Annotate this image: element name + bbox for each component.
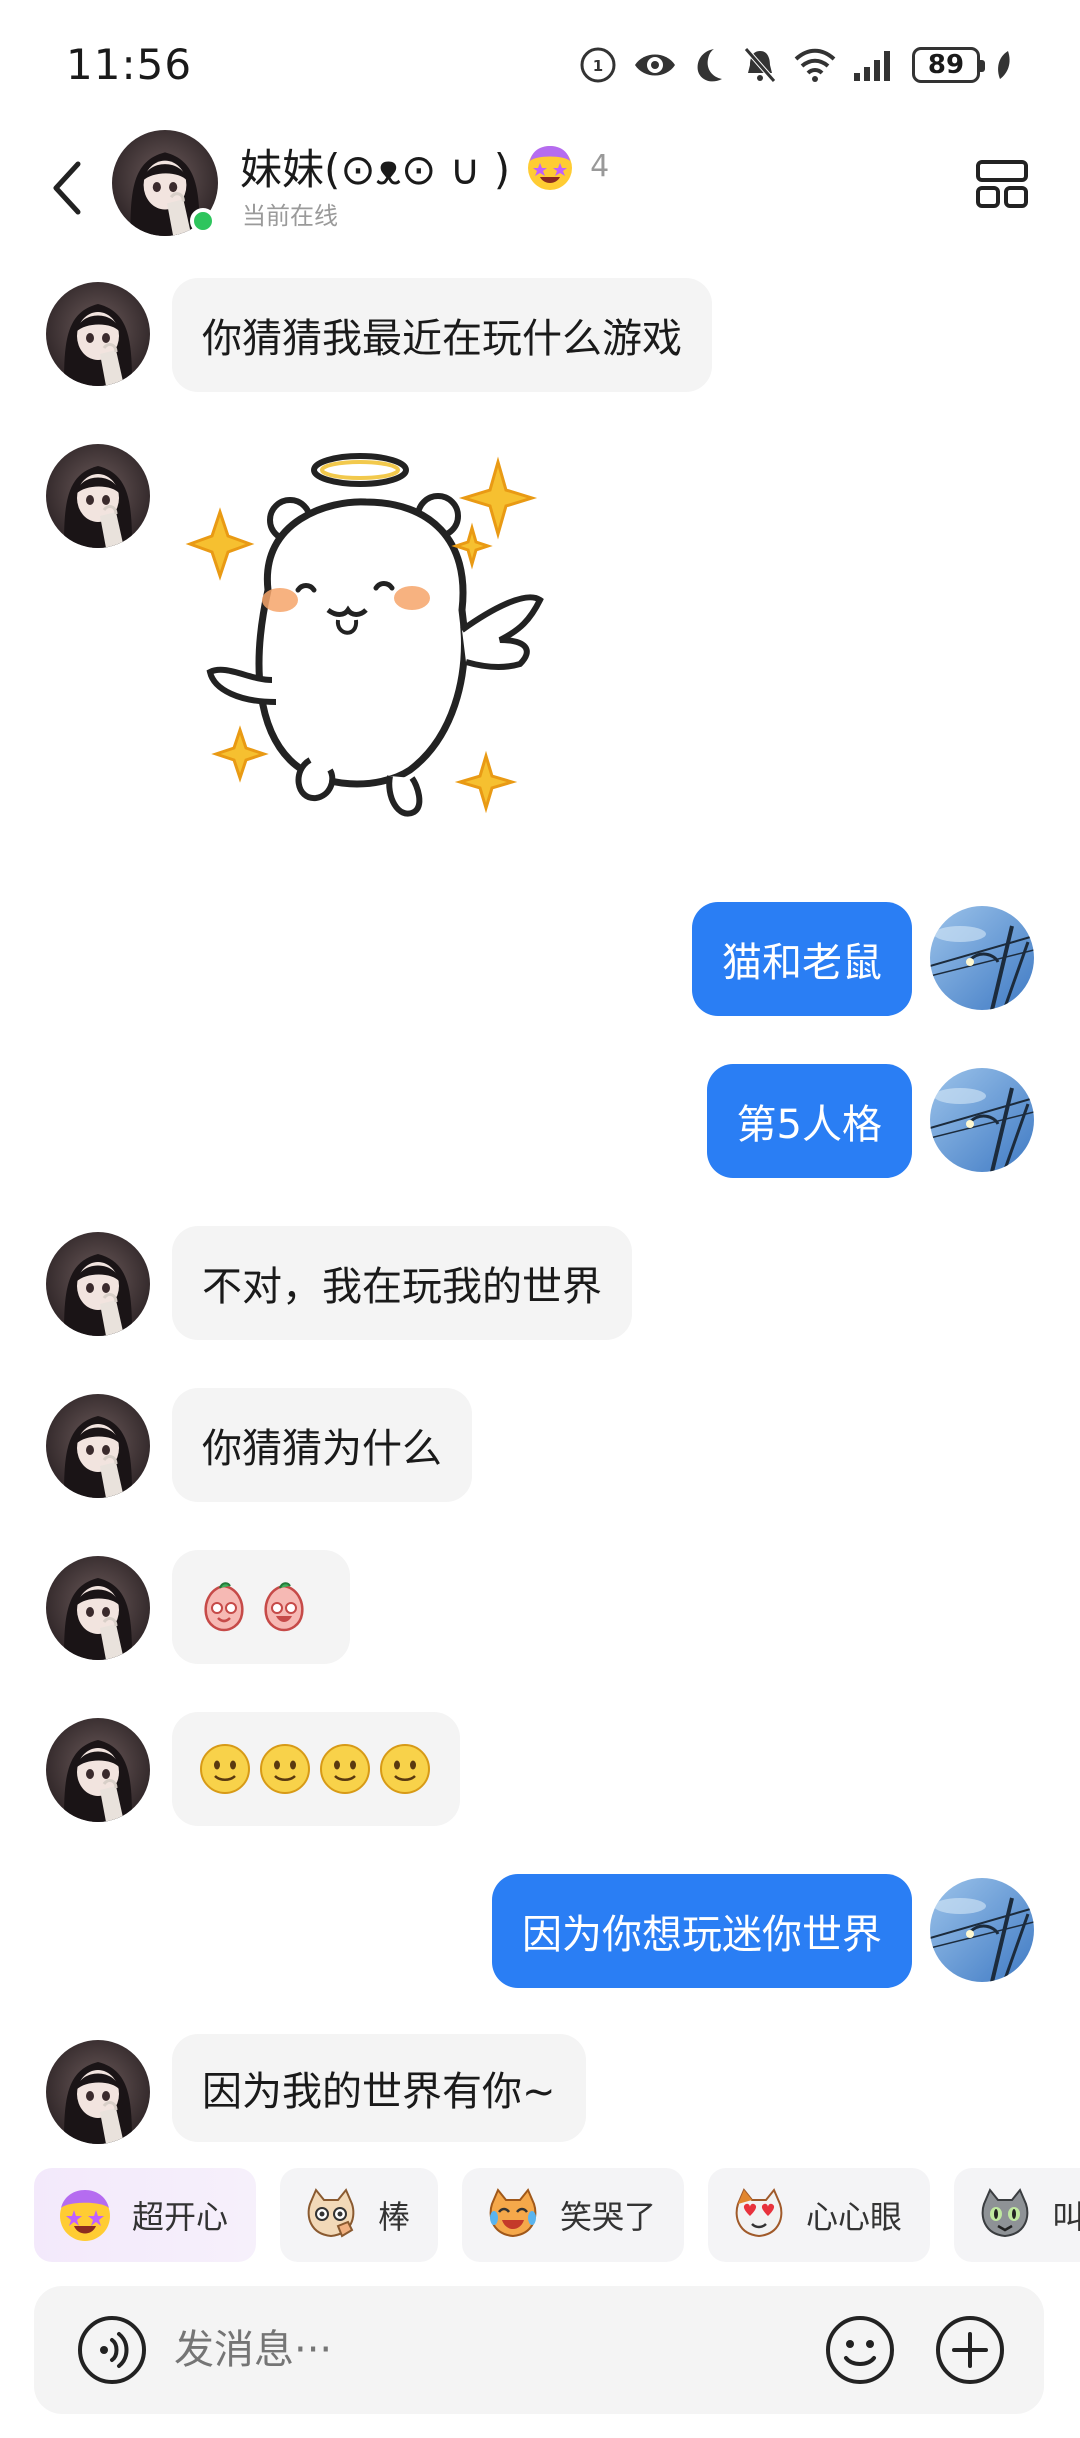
moon-icon [697, 49, 722, 82]
slight-smile-emoji [380, 1744, 430, 1794]
smiley-icon[interactable] [824, 2314, 896, 2386]
quick-reaction-chip[interactable]: 叫 [954, 2168, 1080, 2262]
chevron-left-icon[interactable] [44, 152, 92, 224]
level-number: 4 [590, 149, 610, 184]
svg-text:1: 1 [593, 57, 603, 75]
message-bubble[interactable]: 第5人格 [706, 1064, 912, 1178]
cat-thumbs-up-emoji [307, 2188, 355, 2238]
signal-icon [854, 51, 890, 81]
peach-face-emoji [204, 1582, 244, 1632]
contact-name-row[interactable]: 妹妹(⊙ᴥ⊙ ∪ ) 4 [240, 136, 609, 197]
mute-bell-icon [744, 47, 776, 83]
star-eyes-emoji-icon [528, 145, 573, 190]
contact-name: 妹妹(⊙ᴥ⊙ ∪ ) [240, 145, 511, 194]
contact-avatar[interactable] [112, 130, 218, 236]
slight-smile-emoji [260, 1744, 310, 1794]
battery-indicator: 89 [912, 47, 985, 83]
quick-reaction-chip[interactable]: 棒 [280, 2168, 439, 2262]
message-bubble[interactable]: 不对，我在玩我的世界 [172, 1226, 632, 1340]
quick-reaction-label: 叫 [1052, 2198, 1080, 2236]
self-avatar[interactable] [930, 906, 1034, 1010]
quick-reaction-chip[interactable]: 心心眼 [708, 2168, 931, 2262]
chat-header: 妹妹(⊙ᴥ⊙ ∪ ) 4 当前在线 [0, 130, 1080, 250]
grid-menu-icon[interactable] [974, 156, 1030, 212]
plus-icon[interactable] [934, 2314, 1006, 2386]
star-eyes-emoji [60, 2190, 110, 2241]
slight-smile-emoji [320, 1744, 370, 1794]
sender-avatar[interactable] [46, 444, 150, 548]
sender-avatar[interactable] [46, 1718, 150, 1822]
quick-reaction-chip[interactable]: 笑哭了 [462, 2168, 685, 2262]
message-bubble[interactable]: 你猜猜我最近在玩什么游戏 [172, 278, 712, 392]
peach-face-emoji [264, 1582, 304, 1632]
gray-cat-emoji [981, 2188, 1029, 2238]
quick-reaction-label: 棒 [378, 2198, 411, 2236]
emoji-message-bubble[interactable] [172, 1712, 460, 1826]
angel-bear-sticker[interactable] [180, 440, 580, 860]
online-status: 当前在线 [242, 202, 338, 230]
online-indicator [190, 208, 216, 234]
quick-reaction-label: 心心眼 [806, 2198, 903, 2236]
sender-avatar[interactable] [46, 282, 150, 386]
self-avatar[interactable] [930, 1878, 1034, 1982]
cat-laugh-cry-emoji [489, 2188, 537, 2238]
hd-call-icon: 1 [580, 47, 616, 83]
voice-icon[interactable] [76, 2314, 148, 2386]
self-avatar[interactable] [930, 1068, 1034, 1172]
emoji-message-bubble[interactable] [172, 1550, 350, 1664]
slight-smile-emoji [200, 1744, 250, 1794]
wifi-icon [794, 48, 836, 82]
eye-icon [635, 54, 675, 76]
cat-heart-eyes-emoji [735, 2188, 783, 2238]
message-bubble[interactable]: 你猜猜为什么 [172, 1388, 472, 1502]
sender-avatar[interactable] [46, 2040, 150, 2144]
status-icons: 1 89 [578, 42, 1014, 88]
sender-avatar[interactable] [46, 1556, 150, 1660]
status-time: 11:56 [66, 40, 193, 89]
quick-reaction-label: 超开心 [132, 2198, 229, 2236]
status-bar: 11:56 1 89 [0, 0, 1080, 130]
quick-reaction-bar: 超开心 棒 笑哭了 心心眼 叫 [34, 2168, 1080, 2262]
leaf-icon [998, 51, 1010, 79]
quick-reaction-label: 笑哭了 [560, 2198, 657, 2236]
quick-reaction-chip[interactable]: 超开心 [34, 2168, 257, 2262]
sender-avatar[interactable] [46, 1232, 150, 1336]
message-input[interactable] [174, 2314, 814, 2386]
message-input-bar [34, 2286, 1044, 2414]
message-bubble[interactable]: 因为我的世界有你~ [172, 2034, 586, 2142]
battery-level: 89 [927, 50, 965, 80]
message-bubble[interactable]: 猫和老鼠 [692, 902, 912, 1016]
message-bubble[interactable]: 因为你想玩迷你世界 [492, 1874, 912, 1988]
sender-avatar[interactable] [46, 1394, 150, 1498]
